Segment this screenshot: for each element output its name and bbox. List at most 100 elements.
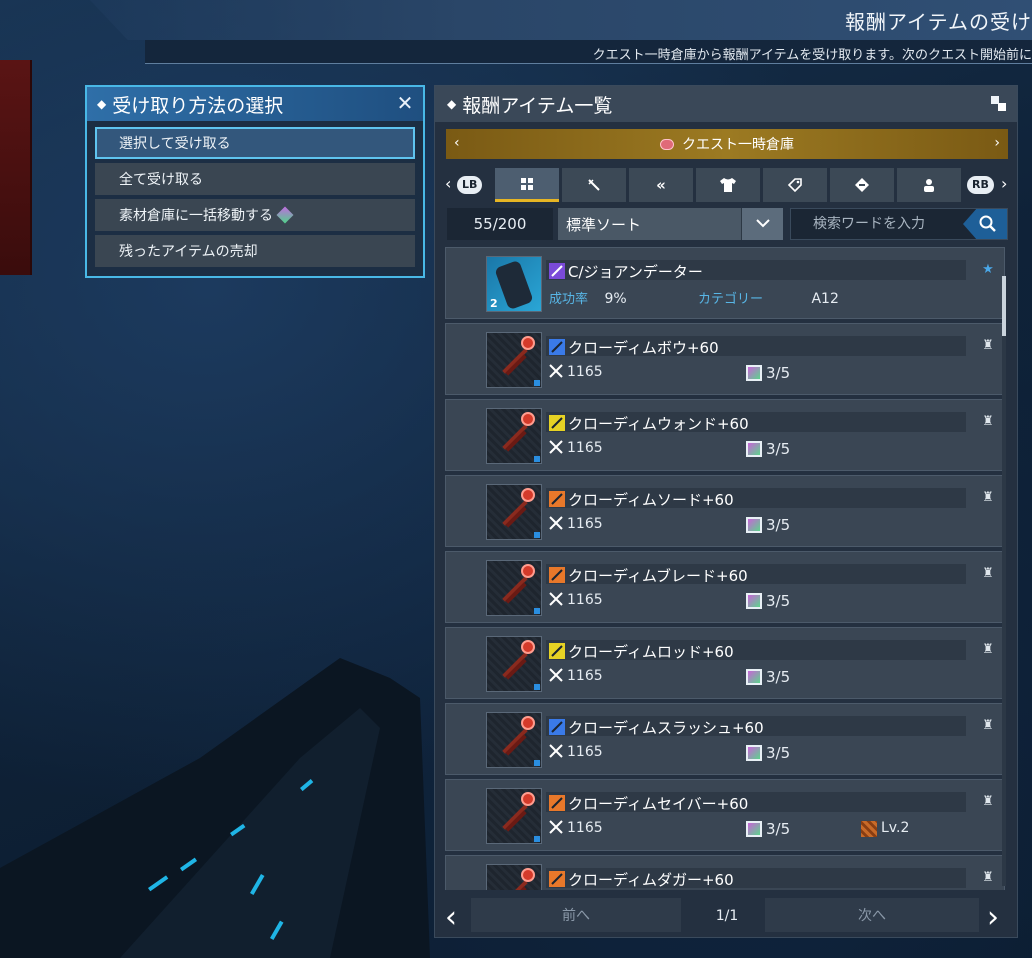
augment-slot-icon <box>746 669 762 685</box>
lock-icon[interactable]: ♜ <box>980 566 996 582</box>
list-item[interactable]: クローディムボウ+60 ♜ 1165 3/5 <box>445 323 1005 395</box>
storage-label: クエスト一時倉庫 <box>682 137 794 153</box>
lock-icon[interactable]: ♜ <box>980 870 996 886</box>
all-grid-icon <box>521 177 533 190</box>
attack-row: 1165 <box>549 668 603 684</box>
attack-value: 1165 <box>567 668 603 684</box>
attack-value: 1165 <box>567 516 603 532</box>
chevron-right-icon[interactable]: › <box>987 900 999 935</box>
lock-icon[interactable]: ♜ <box>980 718 996 734</box>
item-name: クローディムスラッシュ+60 <box>568 719 764 737</box>
tab-weapon[interactable] <box>562 168 626 202</box>
list-item[interactable]: クローディムソード+60 ♜ 1165 3/5 <box>445 475 1005 547</box>
no-trade-icon <box>521 488 535 502</box>
rb-button-tag: RB <box>967 176 994 194</box>
lock-icon[interactable]: ♜ <box>980 338 996 354</box>
list-item[interactable]: クローディムセイバー+60 ♜ 1165 3/5 Lv.2 <box>445 779 1005 851</box>
item-thumbnail <box>486 332 542 388</box>
attack-row: 1165 <box>549 820 603 836</box>
no-trade-icon <box>521 792 535 806</box>
item-thumbnail <box>486 560 542 616</box>
lock-icon[interactable]: ♜ <box>980 414 996 430</box>
attack-icon <box>549 668 563 682</box>
option-select-receive[interactable]: 選択して受け取る <box>95 127 415 159</box>
attack-icon <box>549 516 563 530</box>
no-trade-icon <box>521 716 535 730</box>
list-item[interactable]: 2 C/ジョアンデーター ★ 成功率 9% カテゴリー A12 <box>445 247 1005 319</box>
chevron-right-icon[interactable]: › <box>1001 174 1007 193</box>
search-button[interactable] <box>963 209 1007 239</box>
chevron-left-icon[interactable]: ‹ <box>454 135 460 151</box>
list-item[interactable]: クローディムダガー+60 ♜ <box>445 855 1005 890</box>
augment-slot-icon <box>746 517 762 533</box>
item-name: クローディムダガー+60 <box>568 871 734 889</box>
sort-value: 標準ソート <box>566 215 642 234</box>
tab-other[interactable] <box>897 168 961 202</box>
sword-icon <box>588 179 600 191</box>
tab-twin-weapon[interactable]: « <box>629 168 693 202</box>
favorite-star-icon[interactable]: ★ <box>980 262 996 278</box>
weapon-type-icon <box>549 415 565 431</box>
chevron-down-icon[interactable] <box>741 208 783 240</box>
success-rate-row: 成功率 9% <box>549 288 627 307</box>
sort-dropdown[interactable]: 標準ソート <box>558 208 783 240</box>
potential-level: Lv.2 <box>881 820 910 836</box>
header-subtitle-bar: クエスト一時倉庫から報酬アイテムを受け取ります。次のクエスト開始前に <box>145 40 1032 64</box>
list-item[interactable]: クローディムロッド+60 ♜ 1165 3/5 <box>445 627 1005 699</box>
diamond-icon: ◆ <box>447 97 457 111</box>
armor-shirt-icon <box>720 178 736 192</box>
close-icon[interactable]: ✕ <box>395 93 415 113</box>
prev-page-button[interactable]: 前へ <box>471 898 681 932</box>
attack-row: 1165 <box>549 364 603 380</box>
background-tower <box>0 658 430 958</box>
augment-slots: 3/5 <box>766 364 791 382</box>
list-scrollbar[interactable] <box>1002 276 1006 886</box>
option-label: 選択して受け取る <box>119 136 231 152</box>
augment-slots: 3/5 <box>766 744 791 762</box>
storage-selector[interactable]: ‹ クエスト一時倉庫 › <box>446 129 1008 159</box>
tab-armor[interactable] <box>696 168 760 202</box>
lock-icon[interactable]: ♜ <box>980 642 996 658</box>
search-input[interactable] <box>791 209 963 239</box>
augment-slots: 3/5 <box>766 592 791 610</box>
tab-tag[interactable] <box>763 168 827 202</box>
weapon-type-icon <box>549 795 565 811</box>
option-label: 残ったアイテムの売却 <box>119 244 258 260</box>
reward-item-list: 2 C/ジョアンデーター ★ 成功率 9% カテゴリー A12 クローディムボウ… <box>445 247 1005 890</box>
page-indicator: 1/1 <box>715 908 739 924</box>
option-receive-all[interactable]: 全て受け取る <box>95 163 415 195</box>
weapon-type-icon <box>549 567 565 583</box>
option-sell-remaining[interactable]: 残ったアイテムの売却 <box>95 235 415 267</box>
pager: ‹ 前へ 1/1 次へ › <box>435 894 1019 938</box>
tab-material[interactable] <box>830 168 894 202</box>
robot-icon <box>924 179 934 192</box>
list-item[interactable]: クローディムスラッシュ+60 ♜ 1165 3/5 <box>445 703 1005 775</box>
storage-icon <box>660 138 674 150</box>
receive-method-list: 選択して受け取る 全て受け取る 素材倉庫に一括移動する 残ったアイテムの売却 <box>87 121 423 267</box>
attack-value: 1165 <box>567 744 603 760</box>
view-toggle-icon[interactable] <box>991 96 1007 112</box>
attack-row: 1165 <box>549 744 603 760</box>
no-trade-icon <box>521 868 535 882</box>
lock-icon[interactable]: ♜ <box>980 794 996 810</box>
attack-value: 1165 <box>567 820 603 836</box>
item-thumbnail <box>486 636 542 692</box>
next-page-button[interactable]: 次へ <box>765 898 979 932</box>
chevron-left-icon[interactable]: ‹ <box>445 900 457 935</box>
chevron-right-icon[interactable]: › <box>994 135 1000 151</box>
option-move-to-material-storage[interactable]: 素材倉庫に一括移動する <box>95 199 415 231</box>
option-label: 素材倉庫に一括移動する <box>119 208 273 224</box>
header-band: 報酬アイテムの受け <box>90 0 1032 40</box>
success-rate-label: 成功率 <box>549 292 589 307</box>
augment-slot-icon <box>746 821 762 837</box>
lock-icon[interactable]: ♜ <box>980 490 996 506</box>
tab-all[interactable] <box>495 168 559 202</box>
scrollbar-thumb[interactable] <box>1002 276 1006 336</box>
chevron-left-icon[interactable]: ‹ <box>445 174 451 193</box>
list-item[interactable]: クローディムブレード+60 ♜ 1165 3/5 <box>445 551 1005 623</box>
augment-slots: 3/5 <box>766 516 791 534</box>
category-label: カテゴリー <box>698 292 764 307</box>
item-thumbnail <box>486 864 542 890</box>
list-item[interactable]: クローディムウォンド+60 ♜ 1165 3/5 <box>445 399 1005 471</box>
attack-row: 1165 <box>549 516 603 532</box>
